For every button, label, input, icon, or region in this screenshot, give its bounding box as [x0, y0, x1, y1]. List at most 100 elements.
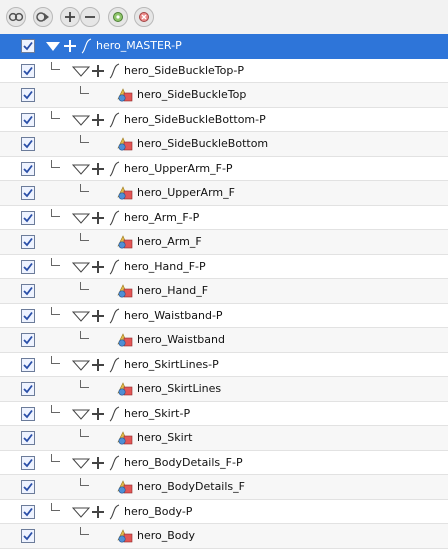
function-curve-icon: [108, 503, 120, 520]
layer-visibility-checkbox[interactable]: [21, 259, 35, 274]
collapse-triangle-icon[interactable]: [71, 458, 91, 470]
layer-visibility-checkbox[interactable]: [21, 431, 35, 445]
layer-visibility-checkbox[interactable]: [21, 63, 35, 78]
tree-connector: [80, 331, 89, 339]
layer-row-drawing[interactable]: hero_Hand_F: [0, 279, 448, 304]
collapse-triangle-icon[interactable]: [71, 262, 91, 274]
collapse-triangle-icon[interactable]: [71, 507, 91, 519]
function-curve-icon: [108, 111, 120, 128]
layer-row-drawing[interactable]: hero_SkirtLines: [0, 377, 448, 402]
tree-connector: [80, 429, 89, 437]
layer-name: hero_Hand_F-P: [124, 259, 206, 273]
layer-visibility-checkbox[interactable]: [21, 382, 35, 396]
layer-visibility-checkbox[interactable]: [21, 308, 35, 323]
layer-row-drawing[interactable]: hero_SideBuckleTop: [0, 83, 448, 108]
layer-row-drawing[interactable]: hero_Skirt: [0, 426, 448, 451]
layer-visibility-checkbox[interactable]: [21, 504, 35, 519]
layer-visibility-checkbox[interactable]: [21, 235, 35, 249]
peg-move-icon: [91, 162, 105, 176]
layer-row-peg[interactable]: hero_Body-P: [0, 499, 448, 524]
peg-icon[interactable]: [134, 7, 154, 27]
layer-row-drawing[interactable]: hero_Arm_F: [0, 230, 448, 255]
drawing-layer-icon: [116, 185, 134, 201]
layer-name: hero_MASTER-P: [96, 39, 182, 52]
drawing-layer-icon: [116, 528, 134, 544]
layer-row-peg[interactable]: hero_Waistband-P: [0, 303, 448, 328]
peg-move-icon: [91, 113, 105, 127]
collapse-triangle-icon[interactable]: [71, 213, 91, 225]
layer-name: hero_Arm_F: [137, 235, 202, 248]
layer-visibility-checkbox[interactable]: [21, 39, 35, 53]
layer-row-peg[interactable]: hero_UpperArm_F-P: [0, 156, 448, 181]
layer-name: hero_SideBuckleBottom: [137, 137, 269, 150]
peg-move-icon: [91, 505, 105, 519]
layer-row-peg[interactable]: hero_SideBuckleTop-P: [0, 58, 448, 83]
show-all-icon[interactable]: [6, 7, 26, 27]
layer-row-peg[interactable]: hero_Hand_F-P: [0, 254, 448, 279]
peg-move-icon: [63, 39, 77, 53]
collapse-icon[interactable]: [80, 7, 100, 27]
layer-row-peg[interactable]: hero_Skirt-P: [0, 401, 448, 426]
tree-connector: [51, 208, 60, 217]
layer-name: hero_SideBuckleTop: [137, 88, 247, 101]
layer-row-peg[interactable]: hero_SideBuckleBottom-P: [0, 107, 448, 132]
layer-visibility-checkbox[interactable]: [21, 284, 35, 298]
tree-connector: [51, 502, 60, 511]
layer-visibility-checkbox[interactable]: [21, 529, 35, 543]
drawing-layer-icon: [116, 381, 134, 397]
collapse-triangle-icon[interactable]: [44, 41, 62, 53]
function-curve-icon: [108, 62, 120, 79]
layer-row-peg[interactable]: hero_Arm_F-P: [0, 205, 448, 230]
layer-row-peg[interactable]: hero_BodyDetails_F-P: [0, 450, 448, 475]
collapse-triangle-icon[interactable]: [71, 311, 91, 323]
layer-visibility-checkbox[interactable]: [21, 210, 35, 225]
collapse-triangle-icon[interactable]: [71, 409, 91, 421]
function-curve-icon: [108, 307, 120, 324]
layer-properties-icon[interactable]: [108, 7, 128, 27]
collapse-triangle-icon[interactable]: [71, 66, 91, 78]
layer-row-drawing[interactable]: hero_SideBuckleBottom: [0, 132, 448, 157]
tree-connector: [51, 306, 60, 315]
layer-row-drawing[interactable]: hero_BodyDetails_F: [0, 475, 448, 500]
layer-name: hero_Body: [137, 529, 196, 542]
tree-connector: [80, 184, 89, 192]
layer-list: hero_MASTER-P hero_SideBuckleTop-P hero_Si…: [0, 34, 448, 549]
function-curve-icon: [108, 356, 120, 373]
function-curve-icon: [108, 258, 120, 275]
drawing-layer-icon: [116, 479, 134, 495]
layer-visibility-checkbox[interactable]: [21, 406, 35, 421]
collapse-triangle-icon[interactable]: [71, 164, 91, 176]
tree-connector: [80, 282, 89, 290]
layer-visibility-checkbox[interactable]: [21, 480, 35, 494]
peg-move-icon: [91, 211, 105, 225]
layer-row-peg[interactable]: hero_MASTER-P: [0, 34, 448, 59]
layer-visibility-checkbox[interactable]: [21, 112, 35, 127]
layer-visibility-checkbox[interactable]: [21, 88, 35, 102]
drawing-layer-icon: [116, 234, 134, 250]
drawing-layer-icon: [116, 430, 134, 446]
hide-all-icon[interactable]: [33, 7, 53, 27]
layer-name: hero_SideBuckleBottom-P: [124, 112, 266, 126]
layer-visibility-checkbox[interactable]: [21, 137, 35, 151]
layer-visibility-checkbox[interactable]: [21, 333, 35, 347]
function-curve-icon: [108, 405, 120, 422]
layer-row-drawing[interactable]: hero_UpperArm_F: [0, 181, 448, 206]
collapse-triangle-icon[interactable]: [71, 115, 91, 127]
tree-connector: [80, 527, 89, 535]
layer-visibility-checkbox[interactable]: [21, 357, 35, 372]
layer-name: hero_Body-P: [124, 504, 193, 518]
drawing-layer-icon: [116, 283, 134, 299]
layer-row-drawing[interactable]: hero_Body: [0, 524, 448, 549]
layer-visibility-checkbox[interactable]: [21, 455, 35, 470]
layer-name: hero_UpperArm_F: [137, 186, 235, 199]
tree-connector: [80, 478, 89, 486]
layer-name: hero_BodyDetails_F-P: [124, 455, 243, 469]
layer-visibility-checkbox[interactable]: [21, 161, 35, 176]
peg-move-icon: [91, 456, 105, 470]
layer-row-drawing[interactable]: hero_Waistband: [0, 328, 448, 353]
expand-icon[interactable]: [60, 7, 80, 27]
collapse-triangle-icon[interactable]: [71, 360, 91, 372]
layer-visibility-checkbox[interactable]: [21, 186, 35, 200]
tree-connector: [51, 257, 60, 266]
layer-row-peg[interactable]: hero_SkirtLines-P: [0, 352, 448, 377]
